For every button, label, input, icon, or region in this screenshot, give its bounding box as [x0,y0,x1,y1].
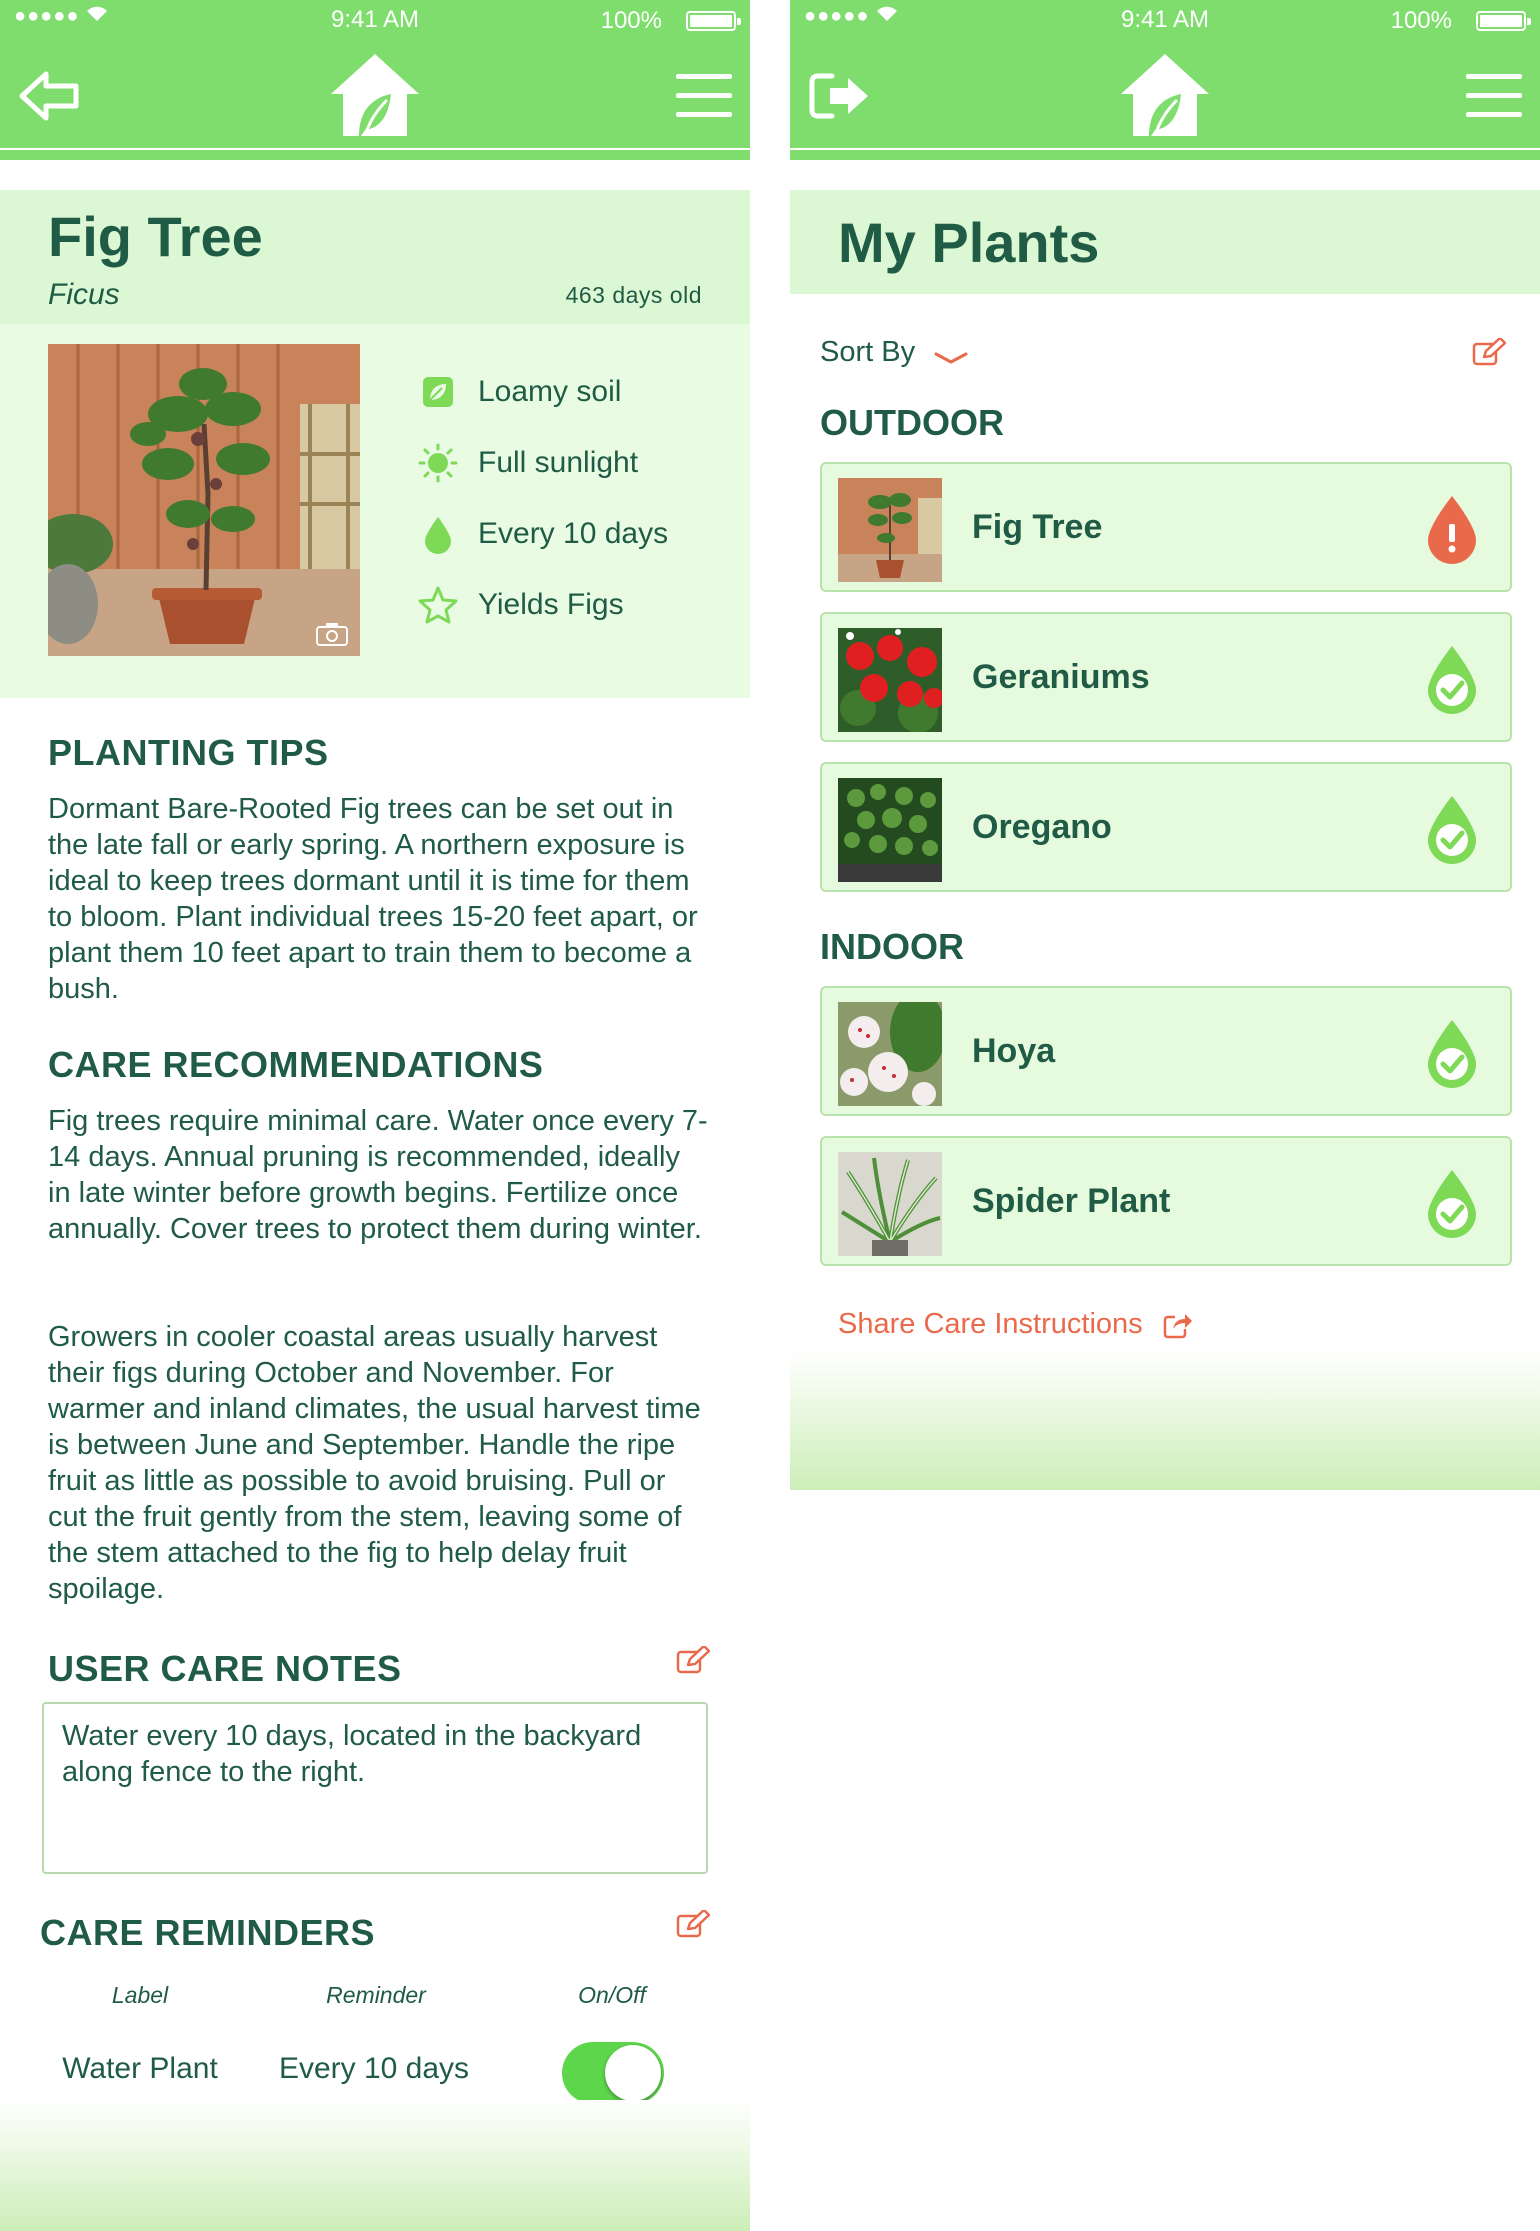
plant-card-spider-plant[interactable]: Spider Plant [820,1136,1512,1266]
attribute-yield-label: Yields Figs [478,587,624,621]
plant-name: Oregano [972,808,1112,846]
share-care-instructions-link[interactable]: Share Care Instructions [838,1308,1193,1341]
bottom-gradient [790,1350,1540,1490]
share-icon [1163,1311,1193,1339]
reminder-onoff-header: On/Off [578,1982,646,2008]
nav-bar [790,40,1540,148]
hamburger-menu-icon [1466,74,1522,118]
my-plants-screen: ●●●●● 9:41 AM 100% My Plants Sort By OUT… [790,0,1540,2231]
plant-latin-name: Ficus [48,278,120,311]
user-care-notes-title: USER CARE NOTES [48,1648,402,1689]
camera-icon[interactable] [316,622,348,646]
leaf-icon [418,372,458,412]
nav-bar [0,40,750,148]
battery-icon [1476,11,1531,31]
reminder-label: Water Plant [62,2052,218,2085]
battery-percent: 100% [600,7,662,34]
plant-attributes: Loamy soil Full sunlight Every 10 days Y… [418,356,668,640]
reminder-label-header: Label [111,1982,169,2008]
plant-name: Fig Tree [972,508,1103,546]
plant-thumbnail [838,1002,942,1106]
reminder-reminder-header: Reminder [326,1982,426,2008]
chevron-down-icon [933,343,969,365]
hamburger-menu-icon [676,74,732,118]
plant-card-fig-tree[interactable]: Fig Tree [820,462,1512,592]
sort-by-dropdown[interactable]: Sort By [820,336,969,369]
attribute-yield: Yields Figs [418,569,668,640]
plant-card-geraniums[interactable]: Geraniums [820,612,1512,742]
harvest-text: Growers in cooler coastal areas usually … [48,1321,701,1605]
sun-icon [418,443,458,483]
planting-tips-text: Dormant Bare-Rooted Fig trees can be set… [48,793,698,1005]
plant-name: Hoya [972,1032,1056,1070]
page-title: My Plants [838,211,1100,274]
star-icon [418,585,458,625]
plant-thumbnail [838,478,942,582]
plant-card-hoya[interactable]: Hoya [820,986,1512,1116]
group-title-outdoor: OUTDOOR [820,402,1004,443]
bottom-gradient [0,2100,750,2231]
attribute-soil: Loamy soil [418,356,668,427]
edit-list-icon[interactable] [1472,338,1506,368]
care-recommendations-title: CARE RECOMMENDATIONS [48,1044,544,1085]
plant-thumbnail [838,628,942,732]
fig-tree-photo [48,344,360,656]
logout-icon [809,73,868,119]
water-alert-icon [1424,494,1480,564]
edit-reminders-icon[interactable] [676,1910,710,1940]
plant-summary: Loamy soil Full sunlight Every 10 days Y… [0,324,750,698]
status-bar: ●●●●● 9:41 AM 100% [790,0,1540,40]
home-leaf-icon [325,50,425,140]
battery-icon [686,11,741,31]
user-care-notes-field[interactable]: Water every 10 days, located in the back… [42,1702,708,1874]
plant-title: Fig Tree [48,205,263,268]
share-label: Share Care Instructions [838,1308,1143,1340]
plant-name: Spider Plant [972,1182,1171,1220]
plant-age: 463 days old [565,282,702,308]
attribute-sun-label: Full sunlight [478,445,639,479]
home-button[interactable] [325,50,425,140]
reminder-frequency: Every 10 days [278,2052,470,2085]
my-plants-header: My Plants [790,190,1540,294]
care-reminders-title: CARE REMINDERS [40,1912,376,1953]
reminder-toggle[interactable] [562,2042,664,2104]
battery-percent: 100% [1390,7,1452,34]
sort-by-label: Sort By [820,336,916,368]
edit-notes-icon[interactable] [676,1646,710,1676]
plant-thumbnail [838,778,942,882]
plant-detail-screen: ●●●●● 9:41 AM 100% Fig Tree Ficus 463 da… [0,0,750,2231]
nav-divider [790,150,1540,160]
attribute-sun: Full sunlight [418,427,668,498]
back-arrow-icon [19,71,79,121]
status-bar: ●●●●● 9:41 AM 100% [0,0,750,40]
nav-divider [0,150,750,160]
logout-button[interactable] [808,68,872,124]
water-ok-icon [1424,794,1480,864]
plant-name: Geraniums [972,658,1150,696]
water-ok-icon [1424,1168,1480,1238]
attribute-soil-label: Loamy soil [478,374,622,408]
care-recommendations-text: Fig trees require minimal care. Water on… [48,1105,708,1245]
toggle-knob [605,2045,661,2101]
water-drop-icon [418,514,458,554]
menu-button[interactable] [1466,74,1522,118]
plant-photo[interactable] [48,344,360,656]
attribute-water-label: Every 10 days [478,516,669,550]
plant-card-oregano[interactable]: Oregano [820,762,1512,892]
plant-thumbnail [838,1152,942,1256]
water-ok-icon [1424,1018,1480,1088]
group-title-indoor: INDOOR [820,926,964,967]
home-button[interactable] [1115,50,1215,140]
back-button[interactable] [18,68,82,124]
plant-header: Fig Tree Ficus 463 days old [0,190,750,324]
menu-button[interactable] [676,74,732,118]
planting-tips-title: PLANTING TIPS [48,732,329,773]
water-ok-icon [1424,644,1480,714]
attribute-water: Every 10 days [418,498,668,569]
home-leaf-icon [1115,50,1215,140]
